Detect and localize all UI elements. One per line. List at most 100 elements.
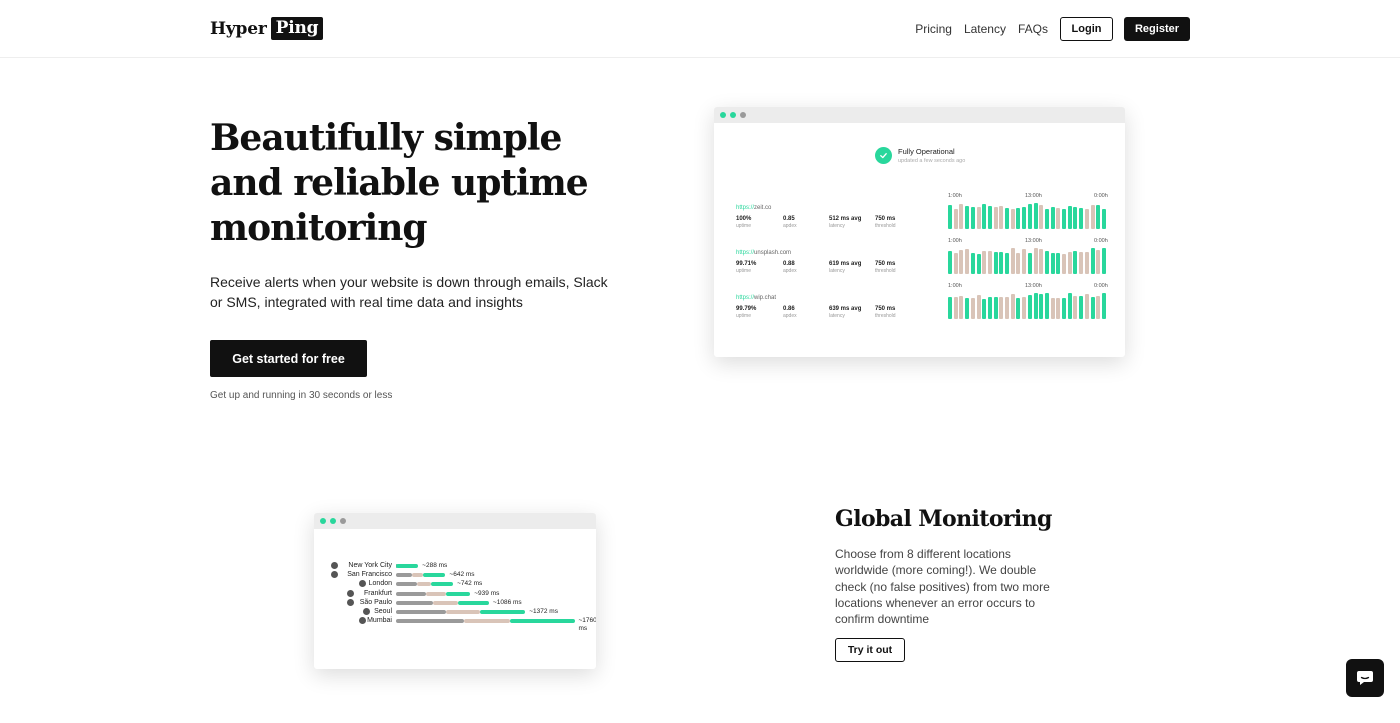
uptime-bar <box>987 251 992 274</box>
uptime-bar <box>1022 297 1027 319</box>
monitor-row: https://unsplash.com 99.71% uptime 0.88 ap… <box>736 238 1116 290</box>
uptime-bar <box>1027 295 1032 319</box>
uptime-bar <box>1016 298 1021 319</box>
uptime-bar <box>1084 294 1089 319</box>
uptime-bar <box>953 253 958 274</box>
uptime-bar <box>1005 253 1009 274</box>
nav-link-pricing[interactable]: Pricing <box>915 18 952 41</box>
uptime-bar <box>999 297 1004 319</box>
nav-links: Pricing Latency FAQs Login Register <box>915 17 1190 41</box>
uptime-stat: 100% uptime <box>736 216 752 229</box>
uptime-bar <box>948 297 952 319</box>
uptime-bar <box>1033 248 1038 274</box>
apdex-stat: 0.86 apdex <box>783 306 797 319</box>
uptime-bar <box>1039 205 1044 229</box>
latency-bar-response <box>479 610 526 614</box>
uptime-bar <box>1005 208 1009 229</box>
uptime-stat: 99.79% uptime <box>736 306 757 319</box>
threshold-stat: 750 ms threshold <box>875 261 896 274</box>
uptime-bar <box>1005 297 1009 319</box>
uptime-bar <box>976 254 981 274</box>
uptime-bar <box>1056 298 1061 319</box>
uptime-bar <box>1044 293 1049 319</box>
uptime-bar <box>1022 207 1027 229</box>
get-started-button[interactable]: Get started for free <box>210 340 367 377</box>
uptime-bar <box>1096 250 1101 274</box>
time-tick: 1:00h <box>948 283 962 289</box>
threshold-stat: 750 ms threshold <box>875 306 896 319</box>
uptime-bar <box>1067 252 1072 274</box>
uptime-bar <box>1050 298 1055 319</box>
uptime-bar <box>1056 208 1061 229</box>
uptime-bar <box>1096 296 1101 319</box>
latency-bar-connect <box>446 610 480 614</box>
status-summary: Fully Operational updated a few seconds … <box>875 147 965 164</box>
uptime-bar <box>959 204 964 229</box>
uptime-bar <box>1044 209 1049 229</box>
flag-icon <box>346 589 354 597</box>
uptime-bars <box>948 248 1108 274</box>
time-tick: 1:00h <box>948 238 962 244</box>
register-button[interactable]: Register <box>1124 17 1190 41</box>
uptime-bar <box>959 296 964 319</box>
flag-icon <box>358 580 366 588</box>
flag-icon <box>346 598 354 606</box>
uptime-bar <box>1096 205 1101 229</box>
uptime-bar <box>970 298 975 319</box>
latency-value: ~742 ms <box>457 580 483 588</box>
latency-value: ~1086 ms <box>492 598 522 606</box>
dashboard-preview: Fully Operational updated a few seconds … <box>714 107 1125 357</box>
latency-bar-response <box>431 582 454 587</box>
location-name: Frankfurt <box>363 589 392 597</box>
uptime-bar <box>959 250 964 274</box>
uptime-bar <box>1073 251 1078 274</box>
uptime-bar <box>1016 253 1021 274</box>
uptime-bar <box>1056 253 1061 274</box>
chat-widget-button[interactable] <box>1346 659 1384 697</box>
uptime-stat: 99.71% uptime <box>736 261 757 274</box>
hero-subtitle: Receive alerts when your website is down… <box>210 274 608 310</box>
uptime-bar <box>1079 208 1084 229</box>
window-titlebar <box>714 107 1125 123</box>
latency-bar-connect <box>426 591 447 596</box>
uptime-bar <box>987 206 992 229</box>
global-monitoring-text: Choose from 8 different locations worldw… <box>835 547 1050 627</box>
uptime-bar <box>999 206 1004 229</box>
uptime-bar <box>1010 209 1015 229</box>
latency-bar-dns <box>396 582 418 587</box>
uptime-bar <box>1062 298 1066 319</box>
try-it-out-button[interactable]: Try it out <box>835 638 905 662</box>
latency-stat: 512 ms avg latency <box>829 216 862 229</box>
uptime-bar <box>1084 252 1089 274</box>
login-button[interactable]: Login <box>1060 17 1113 41</box>
uptime-bar <box>1090 205 1095 229</box>
uptime-bar <box>982 251 987 274</box>
latency-bar-connect <box>464 619 510 624</box>
window-dot-icon <box>340 518 346 524</box>
location-name: São Paulo <box>359 598 392 606</box>
uptime-bar <box>948 205 952 229</box>
window-dot-icon <box>720 112 726 118</box>
nav-link-faqs[interactable]: FAQs <box>1018 18 1048 41</box>
location-name: London <box>368 580 392 588</box>
uptime-bar <box>1067 293 1072 319</box>
uptime-bar <box>1010 248 1015 274</box>
latency-bar-dns <box>396 573 413 578</box>
location-row: New York City ~288 ms <box>314 562 596 571</box>
status-updated: updated a few seconds ago <box>898 158 966 164</box>
latency-stat: 619 ms avg latency <box>829 261 862 274</box>
uptime-bar <box>1033 203 1038 229</box>
latency-bar-response <box>509 619 575 624</box>
uptime-bars <box>948 293 1108 319</box>
logo[interactable]: Hyper Ping <box>210 17 324 40</box>
uptime-bar <box>970 253 975 274</box>
uptime-bar <box>1027 204 1032 229</box>
time-tick: 0:00h <box>1094 193 1108 199</box>
monitor-url: https://unsplash.com <box>736 250 792 256</box>
uptime-bar <box>1039 294 1044 319</box>
monitor-url: https://zeit.co <box>736 205 772 211</box>
nav-link-latency[interactable]: Latency <box>964 18 1006 41</box>
uptime-bar <box>1022 249 1027 274</box>
latency-bar-dns <box>396 591 427 596</box>
uptime-bar <box>1073 296 1078 319</box>
